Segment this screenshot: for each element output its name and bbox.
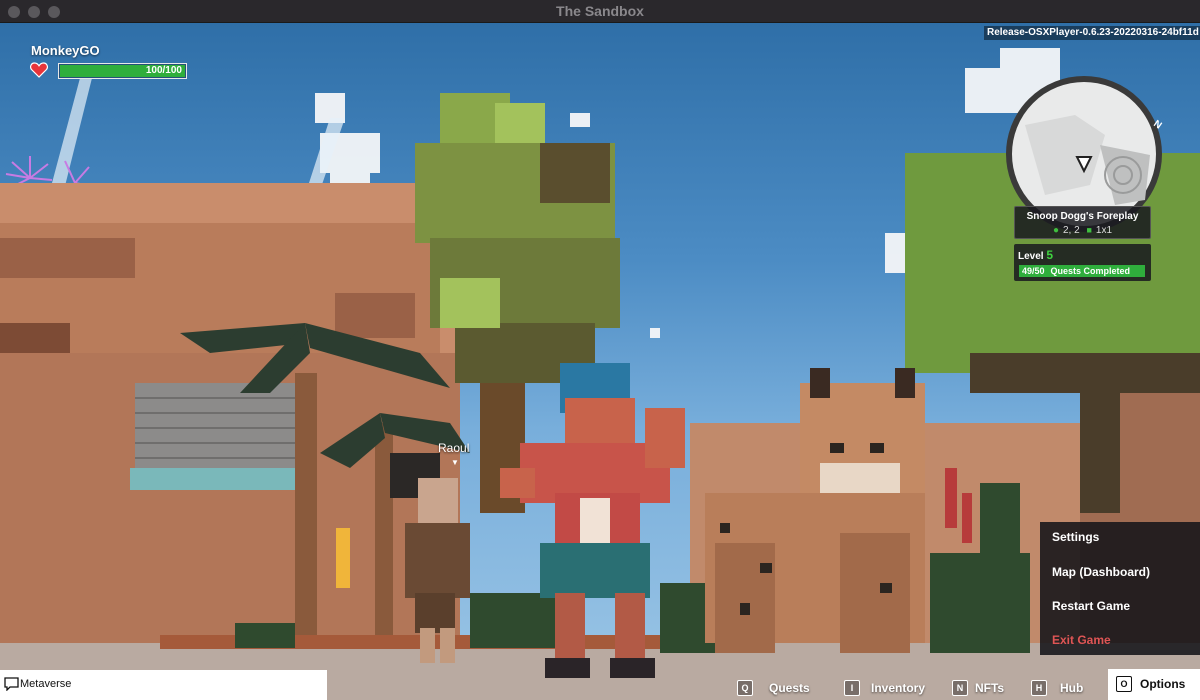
- health-text: 100/100: [145, 65, 182, 76]
- menu-item-restart-game[interactable]: Restart Game: [1052, 599, 1130, 613]
- level-card: Level 5 49/50 Quests Completed: [1014, 244, 1151, 281]
- menu-item-exit-game[interactable]: Exit Game: [1052, 633, 1111, 647]
- window-title: The Sandbox: [556, 3, 644, 19]
- nfts-hotkey-button[interactable]: N NFTs: [952, 678, 1004, 698]
- inventory-key: I: [844, 680, 860, 696]
- player-name: MonkeyGO: [31, 43, 100, 58]
- npc-name-raoul: Raoul: [438, 441, 470, 455]
- level-label: Level 5: [1018, 248, 1053, 262]
- options-key: O: [1116, 676, 1132, 692]
- hub-label: Hub: [1060, 681, 1084, 695]
- hub-hotkey-button[interactable]: H Hub: [1031, 678, 1083, 698]
- menu-item-map-dashboard[interactable]: Map (Dashboard): [1052, 565, 1150, 579]
- options-button[interactable]: O Options: [1108, 669, 1200, 700]
- npc-caret-icon: ▼: [451, 458, 459, 467]
- metaverse-label: Metaverse: [20, 678, 72, 690]
- quests-progress-count: 49/50: [1022, 266, 1045, 276]
- location-card: Snoop Dogg's Foreplay ● 2, 2 ■ 1x1: [1014, 206, 1151, 239]
- quests-hotkey-button[interactable]: Q Quests: [737, 678, 810, 698]
- quests-label: Quests: [769, 681, 810, 695]
- metaverse-button[interactable]: Metaverse: [0, 670, 327, 700]
- build-version-label: Release-OSXPlayer-0.6.23-20220316-24bf11…: [984, 26, 1200, 40]
- heart-icon: [30, 62, 48, 78]
- chat-bubble-icon: [4, 677, 19, 691]
- location-meta: ● 2, 2 ■ 1x1: [1015, 225, 1150, 236]
- inventory-hotkey-button[interactable]: I Inventory: [844, 678, 925, 698]
- level-label-text: Level: [1018, 251, 1044, 262]
- window-titlebar: The Sandbox: [0, 0, 1200, 23]
- nfts-key: N: [952, 680, 968, 696]
- location-size: 1x1: [1095, 225, 1113, 236]
- quests-key: Q: [737, 680, 753, 696]
- location-name: Snoop Dogg's Foreplay: [1026, 211, 1139, 222]
- quests-progress-label: Quests Completed: [1050, 266, 1131, 276]
- map-pin-icon: ●: [1052, 225, 1059, 236]
- nfts-label: NFTs: [975, 681, 1005, 695]
- level-number: 5: [1046, 248, 1054, 262]
- location-coords: 2, 2: [1063, 225, 1080, 236]
- options-menu: Settings Map (Dashboard) Restart Game Ex…: [1040, 522, 1200, 655]
- land-size-icon: ■: [1086, 225, 1092, 235]
- hub-key: H: [1031, 680, 1047, 696]
- options-label: Options: [1140, 677, 1186, 691]
- health-bar: 100/100: [58, 63, 187, 79]
- game-viewport[interactable]: Release-OSXPlayer-0.6.23-20220316-24bf11…: [0, 23, 1200, 700]
- quests-progress-bar: 49/50 Quests Completed: [1019, 265, 1145, 277]
- menu-item-settings[interactable]: Settings: [1052, 530, 1099, 544]
- inventory-label: Inventory: [871, 681, 926, 695]
